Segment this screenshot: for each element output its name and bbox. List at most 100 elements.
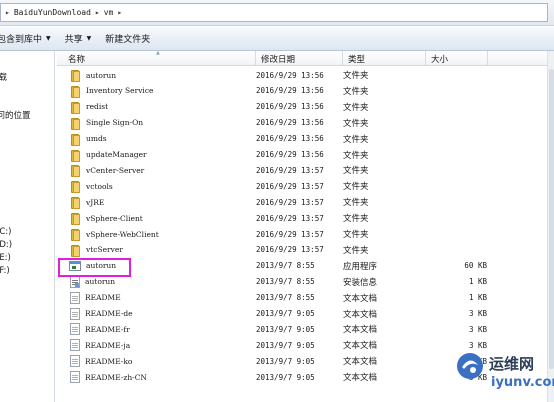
- file-name-cell[interactable]: redist: [69, 99, 255, 115]
- file-type: 文件夹: [343, 150, 369, 161]
- table-row[interactable]: vctools 2016/9/29 13:57 文件夹: [57, 178, 547, 194]
- breadcrumb-item-vm[interactable]: vm: [104, 8, 114, 17]
- inf-icon: [70, 275, 80, 288]
- folder-icon: [69, 196, 81, 210]
- file-name-cell[interactable]: vSphere-WebClient: [69, 226, 255, 242]
- file-name: README-zh-CN: [85, 372, 147, 382]
- table-row[interactable]: redist 2016/9/29 13:56 文件夹: [57, 99, 547, 115]
- column-header-type[interactable]: 类型: [343, 51, 426, 66]
- file-name-cell[interactable]: README-ja: [69, 337, 255, 353]
- file-size: 1 KB: [468, 277, 487, 287]
- txt-icon: [70, 291, 80, 304]
- breadcrumb-separator[interactable]: ▸: [95, 8, 100, 17]
- file-size: 1 KB: [468, 293, 487, 303]
- breadcrumb-item-baiduyundownload[interactable]: BaiduYunDownload: [14, 8, 91, 17]
- share-button[interactable]: 共享 ▼: [58, 29, 99, 49]
- file-name-cell[interactable]: autorun: [69, 67, 255, 83]
- file-name-cell[interactable]: vtcServer: [69, 242, 255, 258]
- table-row[interactable]: README-fr 2013/9/7 9:05 文本文档 3 KB: [57, 321, 547, 337]
- file-name-cell[interactable]: vJRE: [69, 194, 255, 210]
- txt-icon: [70, 371, 80, 384]
- table-row[interactable]: vSphere-Client 2016/9/29 13:57 文件夹: [57, 210, 547, 226]
- file-date: 2013/9/7 9:05: [256, 324, 315, 334]
- breadcrumb-separator[interactable]: ▸: [117, 8, 122, 17]
- column-header-name[interactable]: 名称 ▲: [57, 51, 256, 66]
- column-header-size[interactable]: 大小: [426, 51, 488, 66]
- table-row[interactable]: README-de 2013/9/7 9:05 文本文档 3 KB: [57, 306, 547, 322]
- file-name: Inventory Service: [86, 86, 154, 96]
- nav-item-downloads[interactable]: 下载: [0, 71, 7, 83]
- file-name: vSphere-Client: [86, 213, 143, 223]
- nav-item-drive-e[interactable]: (E:): [0, 253, 11, 263]
- include-in-library-button[interactable]: 包含到库中 ▼: [0, 29, 58, 49]
- column-header-date[interactable]: 修改日期: [256, 51, 343, 66]
- file-size: [425, 99, 487, 115]
- file-size: [425, 194, 487, 210]
- highlight-box: [58, 258, 131, 277]
- file-size: [425, 226, 487, 242]
- folder-icon: [69, 101, 81, 114]
- file-name-cell[interactable]: Inventory Service: [69, 83, 255, 99]
- file-name: umds: [86, 134, 107, 144]
- file-name-cell[interactable]: umds: [69, 131, 255, 147]
- table-row[interactable]: README 2013/9/7 8:55 文本文档 1 KB: [57, 290, 547, 306]
- file-type: 文件夹: [343, 134, 369, 145]
- table-row[interactable]: vSphere-WebClient 2016/9/29 13:57 文件夹: [57, 226, 547, 242]
- file-date: 2013/9/7 9:05: [256, 372, 315, 382]
- file-name-cell[interactable]: vSphere-Client: [69, 210, 255, 226]
- table-row[interactable]: Inventory Service 2016/9/29 13:56 文件夹: [57, 83, 547, 99]
- file-date: 2016/9/29 13:57: [256, 181, 324, 191]
- file-type: 文本文档: [343, 373, 378, 384]
- folder-icon: [69, 149, 81, 162]
- file-type: 文本文档: [343, 341, 378, 352]
- file-name-cell[interactable]: vctools: [69, 178, 255, 194]
- table-row[interactable]: umds 2016/9/29 13:56 文件夹: [57, 131, 547, 147]
- table-row[interactable]: vtcServer 2016/9/29 13:57 文件夹: [57, 242, 547, 258]
- nav-item-drive-d[interactable]: (D:): [0, 240, 12, 250]
- file-name-cell[interactable]: README-ko: [69, 353, 255, 369]
- column-header-row: 名称 ▲ 修改日期 类型 大小: [57, 51, 554, 66]
- nav-item-drive-f[interactable]: (F:): [0, 266, 10, 276]
- nav-item-drive-c[interactable]: (C:): [0, 227, 11, 237]
- folder-icon: [69, 164, 81, 178]
- nav-item-recent-places[interactable]: 访问的位置: [0, 109, 31, 121]
- table-row[interactable]: autorun 2016/9/29 13:56 文件夹: [57, 67, 547, 83]
- file-name: redist: [86, 102, 109, 112]
- new-folder-button[interactable]: 新建文件夹: [98, 29, 157, 49]
- file-name-cell[interactable]: README-zh-CN: [69, 369, 255, 385]
- table-row[interactable]: vJRE 2016/9/29 13:57 文件夹: [57, 194, 547, 210]
- file-size: [425, 242, 487, 258]
- file-name-cell[interactable]: Single Sign-On: [69, 115, 255, 131]
- file-name-cell[interactable]: README-fr: [69, 321, 255, 337]
- file-name-cell[interactable]: README-de: [69, 306, 255, 322]
- address-bar: ▸ BaiduYunDownload ▸ vm ▸: [0, 0, 554, 26]
- txt-icon: [70, 323, 80, 336]
- address-input[interactable]: ▸ BaiduYunDownload ▸ vm ▸: [0, 3, 548, 22]
- scrollbar-thumb[interactable]: [549, 69, 554, 369]
- file-name: autorun: [86, 70, 117, 80]
- file-name-cell[interactable]: updateManager: [69, 147, 255, 163]
- file-name-cell[interactable]: vCenter-Server: [69, 162, 255, 178]
- command-toolbar: 包含到库中 ▼ 共享 ▼ 新建文件夹: [0, 27, 554, 51]
- folder-icon: [69, 244, 81, 257]
- file-type: 文本文档: [343, 357, 378, 368]
- folder-icon: [69, 85, 81, 98]
- file-type: 文件夹: [343, 182, 369, 193]
- file-type: 文件夹: [343, 214, 369, 225]
- share-label: 共享: [64, 35, 83, 45]
- file-size: [425, 83, 487, 99]
- file-name-cell[interactable]: README: [69, 290, 255, 306]
- table-row[interactable]: updateManager 2016/9/29 13:56 文件夹: [57, 147, 547, 163]
- txt-icon: [70, 339, 80, 352]
- folder-icon: [69, 117, 81, 130]
- table-row[interactable]: vCenter-Server 2016/9/29 13:57 文件夹: [57, 162, 547, 178]
- file-size: 60 KB: [464, 261, 487, 271]
- file-date: 2016/9/29 13:56: [256, 86, 324, 96]
- file-size: 3 KB: [468, 324, 487, 334]
- txt-icon: [70, 355, 80, 368]
- table-row[interactable]: Single Sign-On 2016/9/29 13:56 文件夹: [57, 115, 547, 131]
- file-type: 文本文档: [343, 293, 378, 304]
- file-date: 2016/9/29 13:56: [256, 150, 324, 159]
- column-name-label: 名称: [68, 54, 86, 65]
- file-date: 2016/9/29 13:57: [256, 245, 324, 255]
